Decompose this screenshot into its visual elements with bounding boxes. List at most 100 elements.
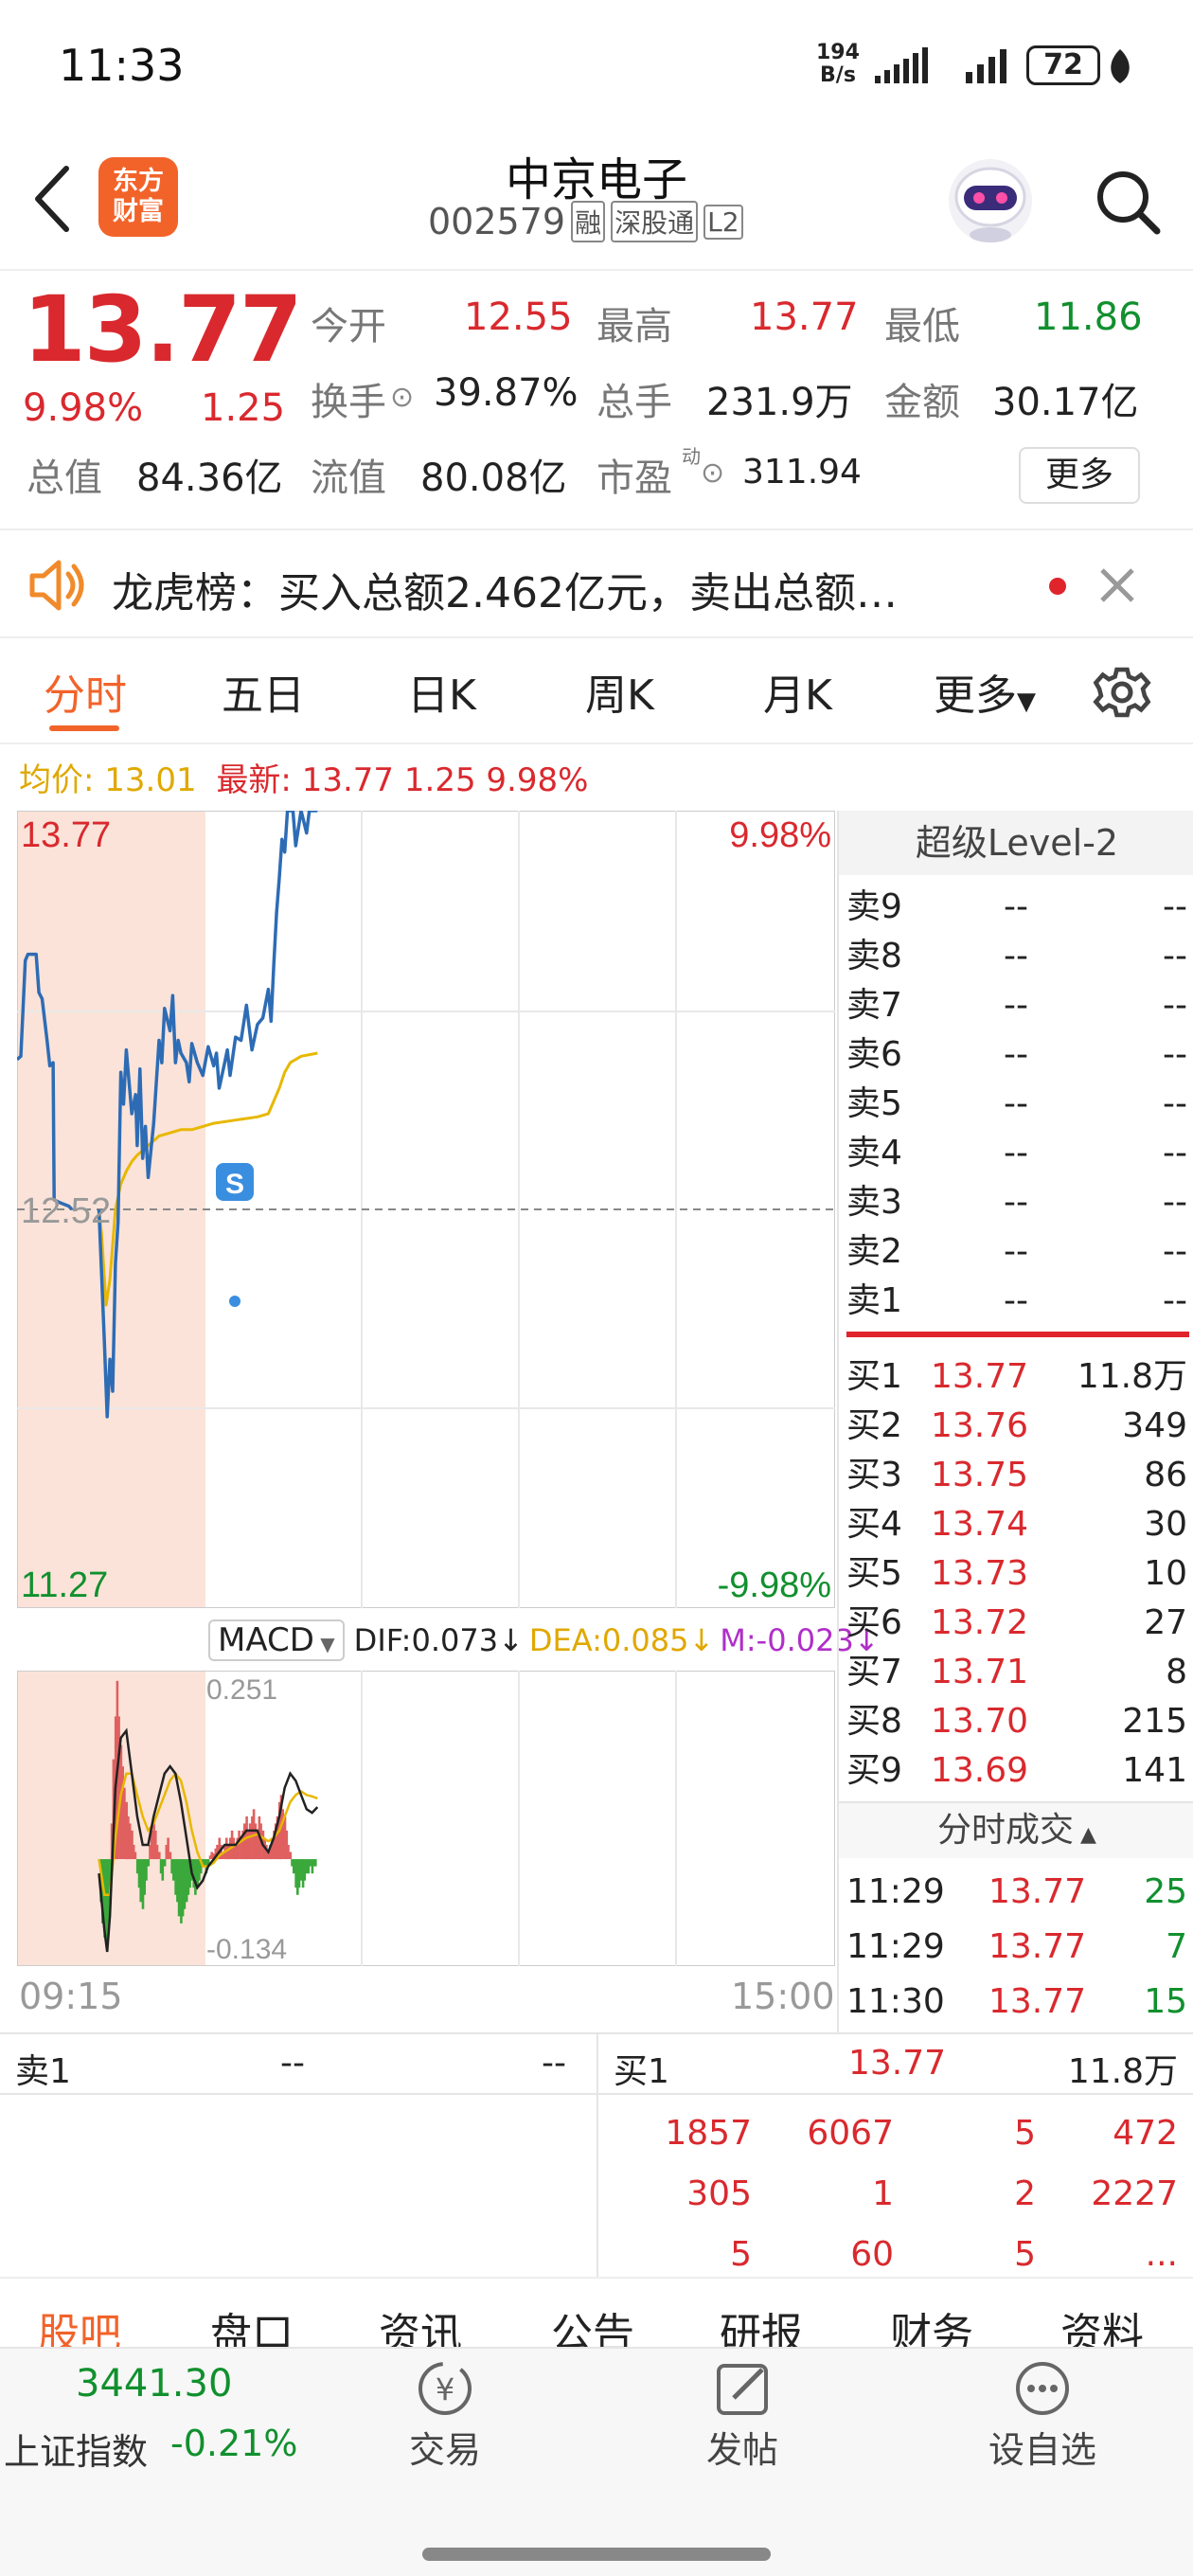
- level-volume: 141: [1122, 1751, 1187, 1790]
- level-price: 13.71: [930, 1653, 1028, 1691]
- buy-level-row[interactable]: 买6 13.72 27: [839, 1599, 1193, 1648]
- sell-level-row[interactable]: 卖2 -- --: [839, 1227, 1193, 1277]
- tick-volume: 7: [1166, 1927, 1187, 1966]
- macd-selector[interactable]: MACD ▼: [208, 1619, 345, 1661]
- robot-assistant-icon[interactable]: [943, 153, 1038, 248]
- battery-icon: 72: [1026, 45, 1100, 85]
- level-label: 买1: [846, 1357, 902, 1396]
- queue-divider: [596, 2034, 598, 2277]
- tab-more[interactable]: 更多▼: [934, 661, 1036, 722]
- level-label: 买3: [846, 1456, 902, 1494]
- buy-level-row[interactable]: 买7 13.71 8: [839, 1648, 1193, 1697]
- low-value: 11.86: [1034, 295, 1143, 339]
- buy-level-row[interactable]: 买3 13.75 86: [839, 1451, 1193, 1500]
- sell-level-row[interactable]: 卖6 -- --: [839, 1030, 1193, 1080]
- tag-l2: L2: [703, 204, 743, 240]
- change-pct: 9.98%: [23, 386, 144, 430]
- queue-cell: 1857: [665, 2114, 752, 2153]
- tab-guba[interactable]: 股吧: [38, 2299, 121, 2349]
- level-volume: --: [1163, 887, 1187, 926]
- notice-bar[interactable]: 龙虎榜：买入总额2.462亿元，卖出总额…: [0, 528, 1193, 638]
- watchlist-label: 设自选: [988, 2429, 1096, 2471]
- search-icon[interactable]: [1093, 167, 1163, 237]
- last-price: 13.77: [23, 277, 303, 383]
- tab-intraday[interactable]: 分时: [44, 661, 127, 722]
- level-volume: 30: [1144, 1505, 1187, 1544]
- more-button[interactable]: 更多: [1019, 447, 1140, 504]
- latest-pct: 9.98%: [486, 761, 589, 799]
- macd-bar: [297, 1859, 301, 1888]
- tab-pankou[interactable]: 盘口: [210, 2299, 294, 2349]
- trade-button[interactable]: ¥ 交易: [398, 2358, 492, 2481]
- queue-buy-label: 买1: [614, 2052, 669, 2091]
- order-book-title[interactable]: 超级Level-2: [839, 811, 1193, 875]
- tab-five-day[interactable]: 五日: [222, 661, 305, 722]
- buy-level-row[interactable]: 买1 13.77 11.8万: [839, 1352, 1193, 1402]
- index-widget[interactable]: 3441.30 上证指数 -0.21%: [0, 2362, 297, 2485]
- sell-level-row[interactable]: 卖5 -- --: [839, 1080, 1193, 1129]
- level-volume: 349: [1122, 1406, 1187, 1445]
- tab-daily-k[interactable]: 日K: [407, 661, 476, 722]
- buy-level-row[interactable]: 买2 13.76 349: [839, 1402, 1193, 1451]
- tab-research[interactable]: 研报: [720, 2299, 803, 2349]
- tab-profile[interactable]: 资料: [1060, 2299, 1144, 2349]
- tab-finance[interactable]: 财务: [890, 2299, 973, 2349]
- buy-level-row[interactable]: 买9 13.69 141: [839, 1746, 1193, 1796]
- ticks-header[interactable]: 分时成交 ▲: [839, 1801, 1193, 1858]
- tab-active-underline: [49, 725, 119, 731]
- macd-bar: [210, 1852, 213, 1859]
- close-icon[interactable]: [1098, 566, 1136, 604]
- more-dots-icon: [1016, 2362, 1069, 2415]
- index-pct: -0.21%: [170, 2423, 298, 2464]
- home-indicator[interactable]: [422, 2548, 771, 2561]
- sell-level-row[interactable]: 卖3 -- --: [839, 1178, 1193, 1227]
- info-icon[interactable]: ⊙: [390, 381, 414, 414]
- macd-bottom-label: -0.134: [206, 1934, 287, 1965]
- signal-icon: [875, 47, 928, 83]
- post-button[interactable]: 发帖: [695, 2358, 790, 2481]
- chart-legend: 均价: 13.01 最新: 13.77 1.25 9.98%: [19, 754, 588, 800]
- queue-cell: 1: [872, 2174, 894, 2213]
- notice-text[interactable]: 龙虎榜：买入总额2.462亿元，卖出总额…: [112, 559, 898, 619]
- buy-level-row[interactable]: 买5 13.73 10: [839, 1549, 1193, 1599]
- tick-time: 11:29: [846, 1872, 945, 1911]
- level-price: --: [1004, 1035, 1028, 1074]
- macd-chart[interactable]: 0.251 -0.134: [17, 1671, 835, 1966]
- macd-bar: [287, 1845, 290, 1860]
- level-price: --: [1004, 1183, 1028, 1222]
- auction-period-background: [18, 1672, 205, 1965]
- level-label: 卖3: [846, 1183, 902, 1222]
- trade-label: 交易: [408, 2429, 481, 2471]
- gear-icon[interactable]: [1093, 663, 1151, 722]
- queue-cell: 2: [1014, 2174, 1036, 2213]
- level-volume: 27: [1144, 1603, 1187, 1642]
- volume-label: 总手: [596, 381, 672, 424]
- pe-info-icon[interactable]: ⊙: [701, 456, 724, 490]
- sell-level-row[interactable]: 卖1 -- --: [839, 1277, 1193, 1326]
- buy-level-row[interactable]: 买4 13.74 30: [839, 1500, 1193, 1549]
- macd-bar: [293, 1859, 295, 1874]
- caret-up-icon: ▲: [1074, 1823, 1096, 1847]
- sell-level-row[interactable]: 卖4 -- --: [839, 1129, 1193, 1178]
- sell-level-row[interactable]: 卖7 -- --: [839, 981, 1193, 1030]
- latest-value: 13.77: [301, 761, 395, 799]
- queue-cell: 5: [730, 2235, 752, 2274]
- tab-news[interactable]: 资讯: [379, 2299, 462, 2349]
- sell-level-row[interactable]: 卖9 -- --: [839, 883, 1193, 932]
- sell-level-row[interactable]: 卖8 -- --: [839, 932, 1193, 981]
- macd-bar: [128, 1823, 132, 1860]
- pe-sup: 动: [682, 445, 701, 468]
- intraday-price-chart[interactable]: 13.77 12.52 11.27 9.98% -9.98% S: [17, 811, 835, 1608]
- status-bar: 11:33 194 B/s 72: [0, 0, 1193, 133]
- caret-down-icon: ▼: [313, 1633, 335, 1655]
- tab-weekly-k[interactable]: 周K: [585, 661, 654, 722]
- buy-level-row[interactable]: 买8 13.70 215: [839, 1697, 1193, 1746]
- svg-text:¥: ¥: [436, 2371, 454, 2407]
- add-watchlist-button[interactable]: 设自选: [981, 2358, 1104, 2481]
- tab-announcements[interactable]: 公告: [551, 2299, 634, 2349]
- s-marker-icon[interactable]: S: [216, 1163, 254, 1201]
- level-volume: 86: [1144, 1456, 1187, 1494]
- tab-monthly-k[interactable]: 月K: [763, 661, 832, 722]
- queue-cell: 5: [1014, 2114, 1036, 2153]
- latest-change: 1.25: [403, 761, 476, 799]
